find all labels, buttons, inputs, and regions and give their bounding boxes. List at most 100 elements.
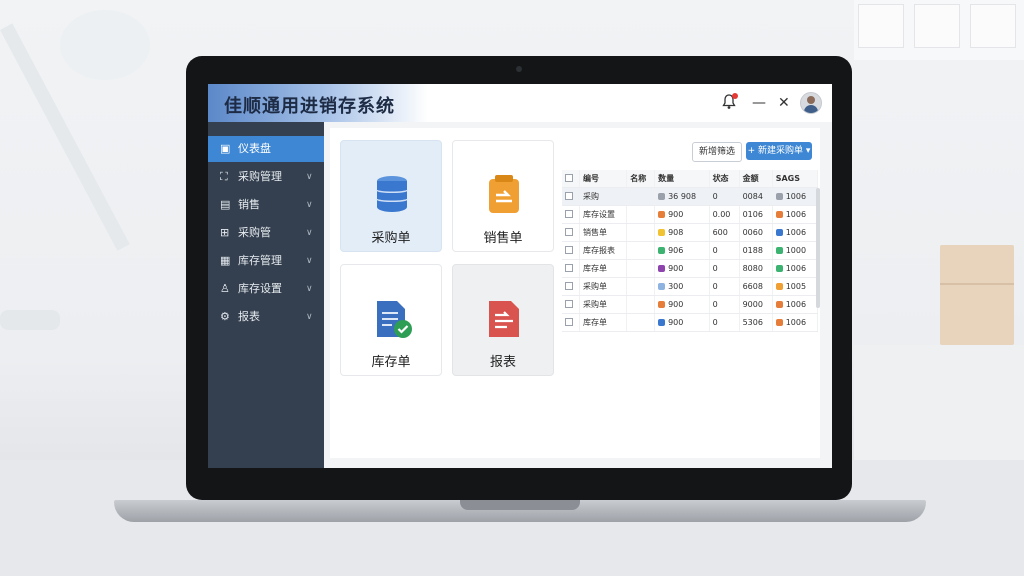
- sidebar-item-label: 库存管理: [238, 254, 282, 267]
- row-checkbox[interactable]: [562, 259, 581, 278]
- chevron-down-icon: ∨: [306, 284, 313, 294]
- table-row[interactable]: 采购 36 908 0 0084 1006: [562, 187, 819, 206]
- table-row[interactable]: 库存报表 906 0 0188 1000: [562, 241, 819, 260]
- cell-total: 1000: [772, 241, 819, 260]
- sidebar-item-inventory[interactable]: ▦ 库存管理 ∨: [208, 248, 324, 274]
- table-row[interactable]: 库存单 900 0 8080 1006: [562, 259, 819, 278]
- cell-status-text: 0: [712, 282, 718, 291]
- table-row[interactable]: 采购单 900 0 9000 1006: [562, 295, 819, 314]
- filter-button[interactable]: 新增筛选: [692, 142, 742, 162]
- tile-report[interactable]: 报表: [452, 264, 554, 376]
- cell-amount: 6608: [739, 277, 773, 296]
- column-header[interactable]: SAGS: [772, 170, 819, 188]
- cell-status: 0.00: [709, 205, 740, 224]
- sidebar-item-purchase-mgmt[interactable]: ⊞ 采购管 ∨: [208, 220, 324, 246]
- column-header[interactable]: 编号: [579, 170, 628, 188]
- minimize-button[interactable]: —: [752, 94, 766, 112]
- shelf-box: [858, 4, 904, 48]
- cell-total: 1006: [772, 259, 819, 278]
- tile-label: 库存单: [371, 355, 411, 370]
- cell-amount: 0106: [739, 205, 773, 224]
- report-doc-icon: [489, 301, 519, 337]
- title-bar: 佳顺通用进销存系统 — ✕: [208, 84, 832, 122]
- cell-name: 采购: [579, 187, 628, 206]
- sidebar-item-dashboard[interactable]: ▣ 仪表盘: [208, 136, 324, 162]
- cell-status: 0: [709, 313, 740, 332]
- cell-total: 1005: [772, 277, 819, 296]
- row-checkbox[interactable]: [562, 205, 581, 224]
- cell-quantity: 908: [654, 223, 710, 242]
- cell-extra: [626, 277, 656, 296]
- tile-sales-order[interactable]: 销售单: [452, 140, 554, 252]
- sidebar: ▣ 仪表盘 ⛶ 采购管理 ∨ ▤ 销售 ∨ ⊞ 采购管 ∨ ▦ 库存管理 ∨ ♙…: [208, 122, 324, 468]
- cell-amount: 9000: [739, 295, 773, 314]
- tile-purchase-order[interactable]: 采购单: [340, 140, 442, 252]
- row-checkbox[interactable]: [562, 277, 581, 296]
- notification-badge: [732, 93, 738, 99]
- cell-total: 1006: [772, 313, 819, 332]
- cell-quantity-text: 36 908: [668, 192, 697, 201]
- grid-icon: ⊞: [220, 226, 230, 239]
- row-checkbox[interactable]: [562, 313, 581, 332]
- cell-status: 600: [709, 223, 740, 242]
- cell-name: 销售单: [579, 223, 628, 242]
- column-header[interactable]: 名称: [626, 170, 656, 188]
- table-row[interactable]: 采购单 300 0 6608 1005: [562, 277, 819, 296]
- cell-amount-text: 0084: [742, 192, 763, 201]
- table-row[interactable]: 销售单 908 600 0060 1006: [562, 223, 819, 242]
- cell-quantity: 906: [654, 241, 710, 260]
- database-icon: [376, 176, 408, 212]
- cell-quantity-text: 900: [668, 318, 684, 327]
- status-dot: [658, 193, 666, 200]
- wall-shelf: [854, 0, 1024, 60]
- table-scrollbar[interactable]: [816, 188, 820, 308]
- cell-status-text: 0: [712, 246, 718, 255]
- cart-icon: ⛶: [220, 170, 228, 183]
- sidebar-item-purchasing[interactable]: ⛶ 采购管理 ∨: [208, 164, 324, 190]
- cell-amount-text: 0106: [742, 210, 763, 219]
- cell-name-text: 采购: [583, 192, 600, 201]
- table-row[interactable]: 库存单 900 0 5306 1006: [562, 313, 819, 332]
- new-purchase-button[interactable]: + 新建采购单 ▾: [746, 142, 812, 160]
- cell-total-text: 1006: [785, 318, 807, 327]
- tile-label: 销售单: [483, 231, 523, 246]
- column-header[interactable]: 数量: [654, 170, 710, 188]
- sidebar-item-reports[interactable]: ⚙ 报表 ∨: [208, 304, 324, 330]
- sidebar-item-inventory-settings[interactable]: ♙ 库存设置 ∨: [208, 276, 324, 302]
- avatar[interactable]: [800, 92, 822, 114]
- sidebar-item-sales[interactable]: ▤ 销售 ∨: [208, 192, 324, 218]
- cell-status-text: 0.00: [712, 210, 731, 219]
- sidebar-item-label: 仪表盘: [238, 142, 271, 155]
- user-icon: ♙: [220, 282, 230, 295]
- row-checkbox[interactable]: [562, 295, 581, 314]
- select-all-checkbox[interactable]: [562, 170, 581, 188]
- row-checkbox[interactable]: [562, 223, 581, 242]
- chevron-down-icon: ∨: [306, 228, 313, 238]
- cell-total-text: 1006: [785, 228, 807, 237]
- app-title: 佳顺通用进销存系统: [224, 96, 395, 117]
- cell-extra: [626, 295, 656, 314]
- cell-quantity: 900: [654, 205, 710, 224]
- table-row[interactable]: 库存设置 900 0.00 0106 1006: [562, 205, 819, 224]
- status-dot: [775, 283, 783, 290]
- status-dot: [775, 319, 783, 326]
- shelf-box: [914, 4, 960, 48]
- sidebar-item-label: 采购管理: [238, 170, 282, 183]
- tile-inventory-order[interactable]: 库存单: [340, 264, 442, 376]
- cell-name-text: 库存设置: [583, 210, 616, 219]
- row-checkbox[interactable]: [562, 241, 581, 260]
- column-header[interactable]: 状态: [709, 170, 740, 188]
- cell-name-text: 库存报表: [583, 246, 616, 255]
- cell-amount-text: 0188: [742, 246, 763, 255]
- cell-name-text: 采购单: [583, 300, 608, 309]
- cell-name: 采购单: [579, 277, 628, 296]
- warehouse-icon: ▦: [220, 254, 231, 267]
- cell-name: 库存单: [579, 259, 628, 278]
- folder-icon: ▤: [220, 198, 231, 211]
- cell-status: 0: [709, 187, 740, 206]
- cell-name-text: 库存单: [583, 318, 608, 327]
- column-header[interactable]: 金额: [739, 170, 773, 188]
- row-checkbox[interactable]: [562, 187, 581, 206]
- close-button[interactable]: ✕: [778, 94, 790, 112]
- cell-status-text: 0: [712, 264, 718, 273]
